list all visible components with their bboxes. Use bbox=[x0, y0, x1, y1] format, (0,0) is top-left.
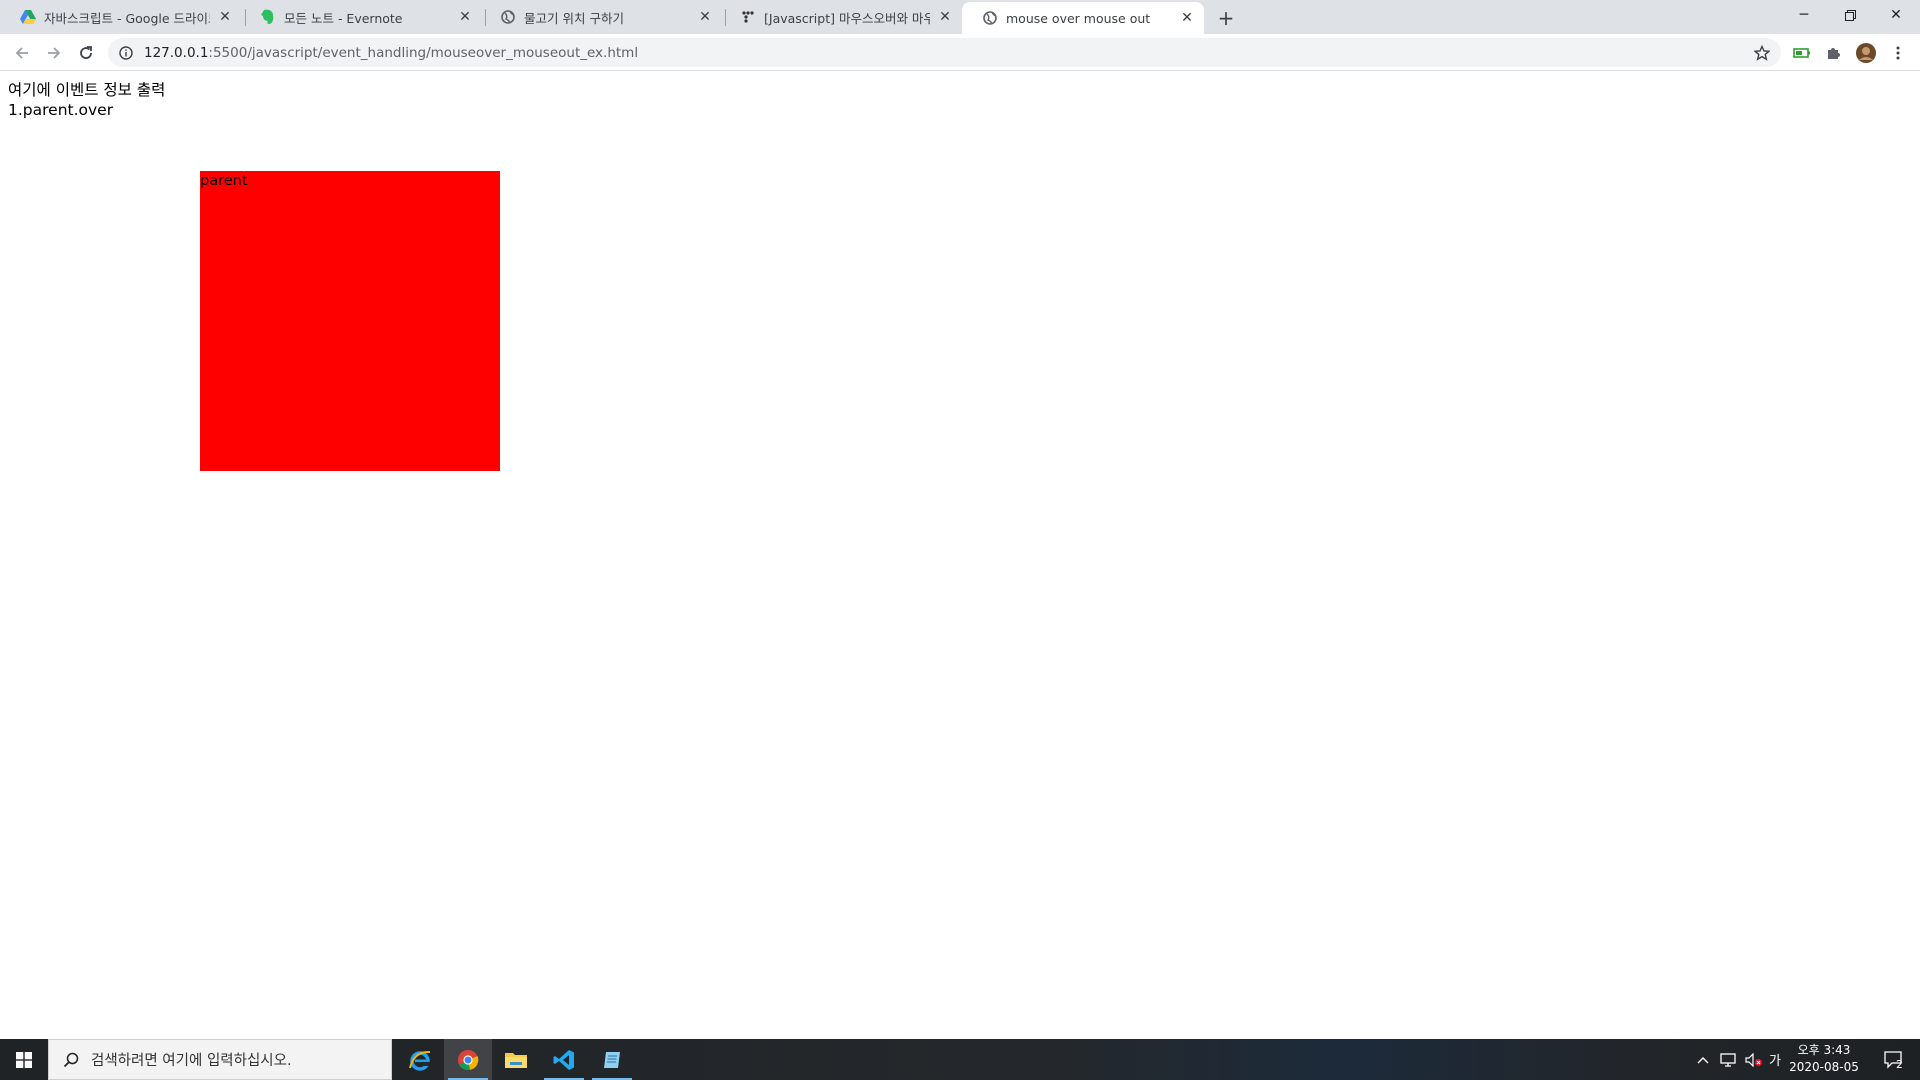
start-button[interactable] bbox=[0, 1039, 48, 1080]
taskbar-search-box[interactable]: 검색하려면 여기에 입력하십시오. bbox=[48, 1039, 392, 1080]
menu-kebab-icon[interactable] bbox=[1886, 41, 1910, 65]
volume-tray-button[interactable] bbox=[1742, 1039, 1766, 1080]
restore-icon bbox=[1844, 9, 1856, 21]
internet-explorer-icon bbox=[409, 1050, 431, 1071]
windows-logo-icon bbox=[16, 1051, 32, 1068]
arrow-right-icon bbox=[48, 47, 61, 59]
close-icon[interactable]: ✕ bbox=[216, 8, 234, 26]
restore-button[interactable] bbox=[1827, 0, 1873, 30]
folder-icon bbox=[505, 1052, 527, 1068]
close-icon[interactable]: ✕ bbox=[456, 8, 474, 26]
address-bar[interactable]: 127.0.0.1:5500/javascript/event_handling… bbox=[108, 38, 1781, 67]
tab-evernote[interactable]: 모든 노트 - Evernote ✕ bbox=[240, 0, 482, 34]
event-info-heading: 여기에 이벤트 정보 출력 bbox=[8, 81, 166, 99]
vscode-icon bbox=[553, 1049, 574, 1070]
minimize-button[interactable]: ─ bbox=[1781, 0, 1827, 30]
tab-strip: 자바스크립트 - Google 드라이브 ✕ 모든 노트 - Evernote … bbox=[0, 0, 1920, 34]
notification-count: 2 bbox=[1896, 1058, 1903, 1071]
network-tray-button[interactable] bbox=[1716, 1039, 1740, 1080]
clock-date: 2020-08-05 bbox=[1789, 1060, 1859, 1074]
tab-fish-position[interactable]: 물고기 위치 구하기 ✕ bbox=[480, 0, 722, 34]
close-icon: ✕ bbox=[1890, 7, 1902, 23]
show-hidden-icons-button[interactable] bbox=[1692, 1039, 1714, 1080]
url-path: :5500/javascript/event_handling/mouseove… bbox=[208, 44, 639, 61]
arrow-left-icon bbox=[15, 47, 28, 59]
info-icon[interactable] bbox=[118, 45, 134, 61]
close-window-button[interactable]: ✕ bbox=[1873, 0, 1919, 30]
tab-mouse-over-mouse-out[interactable]: mouse over mouse out ✕ bbox=[962, 2, 1204, 34]
volume-muted-icon bbox=[1745, 1052, 1763, 1067]
globe-icon bbox=[500, 9, 516, 25]
tab-title: 물고기 위치 구하기 bbox=[524, 10, 624, 26]
chrome-icon bbox=[458, 1049, 479, 1070]
google-drive-icon bbox=[20, 9, 36, 25]
chevron-up-icon bbox=[1697, 1056, 1709, 1063]
taskbar-app-chrome[interactable] bbox=[444, 1039, 492, 1080]
tab-title: mouse over mouse out bbox=[1006, 10, 1151, 26]
close-icon[interactable]: ✕ bbox=[696, 8, 714, 26]
tab-javascript-mouseover[interactable]: [Javascript] 마우스오버와 마우스아웃 ✕ bbox=[720, 0, 962, 34]
close-icon[interactable]: ✕ bbox=[936, 8, 954, 26]
action-center-button[interactable]: 2 bbox=[1872, 1039, 1916, 1080]
tab-title: [Javascript] 마우스오버와 마우스아웃 bbox=[764, 10, 930, 26]
notepad-icon bbox=[604, 1051, 620, 1068]
evernote-icon bbox=[260, 9, 276, 25]
reload-icon bbox=[80, 46, 92, 59]
taskbar-app-notepad[interactable] bbox=[588, 1039, 636, 1080]
browser-toolbar: 127.0.0.1:5500/javascript/event_handling… bbox=[0, 34, 1920, 71]
dots-icon bbox=[740, 9, 756, 25]
parent-label: parent bbox=[200, 173, 248, 189]
network-icon bbox=[1720, 1052, 1736, 1067]
reload-button[interactable] bbox=[72, 39, 100, 67]
taskbar: 검색하려면 여기에 입력하십시오. 가 오후 3:43 2020-08-05 2 bbox=[0, 1039, 1920, 1080]
page-content: 여기에 이벤트 정보 출력 1.parent.over parent bbox=[0, 71, 1920, 1039]
avatar[interactable] bbox=[1854, 41, 1878, 65]
url-host: 127.0.0.1 bbox=[144, 44, 209, 61]
extensions-puzzle-icon[interactable] bbox=[1822, 41, 1846, 65]
taskbar-app-file-explorer[interactable] bbox=[492, 1039, 540, 1080]
tab-title: 모든 노트 - Evernote bbox=[284, 10, 403, 26]
url-text: 127.0.0.1:5500/javascript/event_handling… bbox=[144, 45, 638, 61]
new-tab-button[interactable]: + bbox=[1212, 4, 1240, 32]
search-icon bbox=[61, 1050, 81, 1070]
close-icon[interactable]: ✕ bbox=[1178, 9, 1196, 27]
back-button[interactable] bbox=[8, 39, 36, 67]
taskbar-app-internet-explorer[interactable] bbox=[396, 1039, 444, 1080]
taskbar-clock[interactable]: 오후 3:43 2020-08-05 bbox=[1782, 1042, 1866, 1076]
globe-icon bbox=[982, 10, 998, 26]
minimize-icon: ─ bbox=[1799, 7, 1809, 23]
parent-box[interactable]: parent bbox=[200, 171, 500, 471]
event-log-line: 1.parent.over bbox=[8, 101, 114, 119]
clock-time: 오후 3:43 bbox=[1797, 1043, 1851, 1057]
tab-google-drive[interactable]: 자바스크립트 - Google 드라이브 ✕ bbox=[0, 0, 242, 34]
bookmark-star-icon[interactable] bbox=[1753, 44, 1771, 62]
forward-button[interactable] bbox=[40, 39, 68, 67]
extension-battery-icon[interactable] bbox=[1790, 41, 1814, 65]
taskbar-app-vscode[interactable] bbox=[540, 1039, 588, 1080]
plus-icon: + bbox=[1217, 6, 1235, 30]
search-placeholder: 검색하려면 여기에 입력하십시오. bbox=[91, 1053, 292, 1069]
tab-title: 자바스크립트 - Google 드라이브 bbox=[44, 10, 210, 26]
